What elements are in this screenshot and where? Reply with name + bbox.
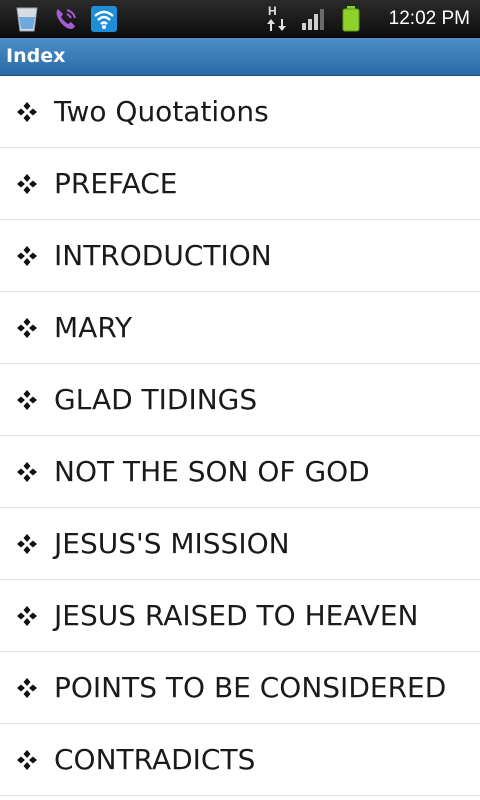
data-arrows-icon: H bbox=[266, 5, 290, 33]
diamond-bullet-icon bbox=[17, 102, 37, 122]
list-item-label: PREFACE bbox=[54, 167, 178, 200]
network-type-label: H bbox=[268, 4, 277, 18]
status-clock: 12:02 PM bbox=[388, 8, 470, 29]
list-item[interactable]: PREFACE bbox=[0, 148, 480, 220]
page-title: Index bbox=[6, 45, 66, 67]
list-item[interactable]: INTRODUCTION bbox=[0, 220, 480, 292]
list-item[interactable]: POINTS TO BE CONSIDERED bbox=[0, 652, 480, 724]
battery-icon bbox=[342, 6, 360, 32]
list-item-label: NOT THE SON OF GOD bbox=[54, 455, 370, 488]
diamond-bullet-icon bbox=[17, 678, 37, 698]
list-item-label: POINTS TO BE CONSIDERED bbox=[54, 671, 447, 704]
list-item[interactable]: GLAD TIDINGS bbox=[0, 364, 480, 436]
list-item-label: INTRODUCTION bbox=[54, 239, 272, 272]
diamond-bullet-icon bbox=[17, 606, 37, 626]
signal-icon bbox=[302, 9, 324, 30]
list-item-label: Two Quotations bbox=[54, 95, 269, 128]
list-item-label: JESUS'S MISSION bbox=[54, 527, 290, 560]
status-bar: H 12:02 PM bbox=[0, 0, 480, 38]
list-item[interactable]: MARY bbox=[0, 292, 480, 364]
title-bar: Index bbox=[0, 38, 480, 76]
diamond-bullet-icon bbox=[17, 318, 37, 338]
diamond-bullet-icon bbox=[17, 462, 37, 482]
list-item-label: GLAD TIDINGS bbox=[54, 383, 258, 416]
diamond-bullet-icon bbox=[17, 750, 37, 770]
diamond-bullet-icon bbox=[17, 246, 37, 266]
phone-icon bbox=[56, 9, 76, 29]
list-item[interactable]: CONTRADICTS bbox=[0, 724, 480, 796]
diamond-bullet-icon bbox=[17, 534, 37, 554]
index-list: Two Quotations PREFACE INTRODUCTION MARY… bbox=[0, 76, 480, 796]
diamond-bullet-icon bbox=[17, 390, 37, 410]
list-item[interactable]: Two Quotations bbox=[0, 76, 480, 148]
list-item[interactable]: NOT THE SON OF GOD bbox=[0, 436, 480, 508]
list-item-label: MARY bbox=[54, 311, 133, 344]
list-item[interactable]: JESUS'S MISSION bbox=[0, 508, 480, 580]
list-item[interactable]: JESUS RAISED TO HEAVEN bbox=[0, 580, 480, 652]
list-item-label: CONTRADICTS bbox=[54, 743, 256, 776]
diamond-bullet-icon bbox=[17, 174, 37, 194]
cup-icon bbox=[16, 7, 38, 32]
list-item-label: JESUS RAISED TO HEAVEN bbox=[54, 599, 419, 632]
wifi-icon bbox=[91, 6, 117, 32]
